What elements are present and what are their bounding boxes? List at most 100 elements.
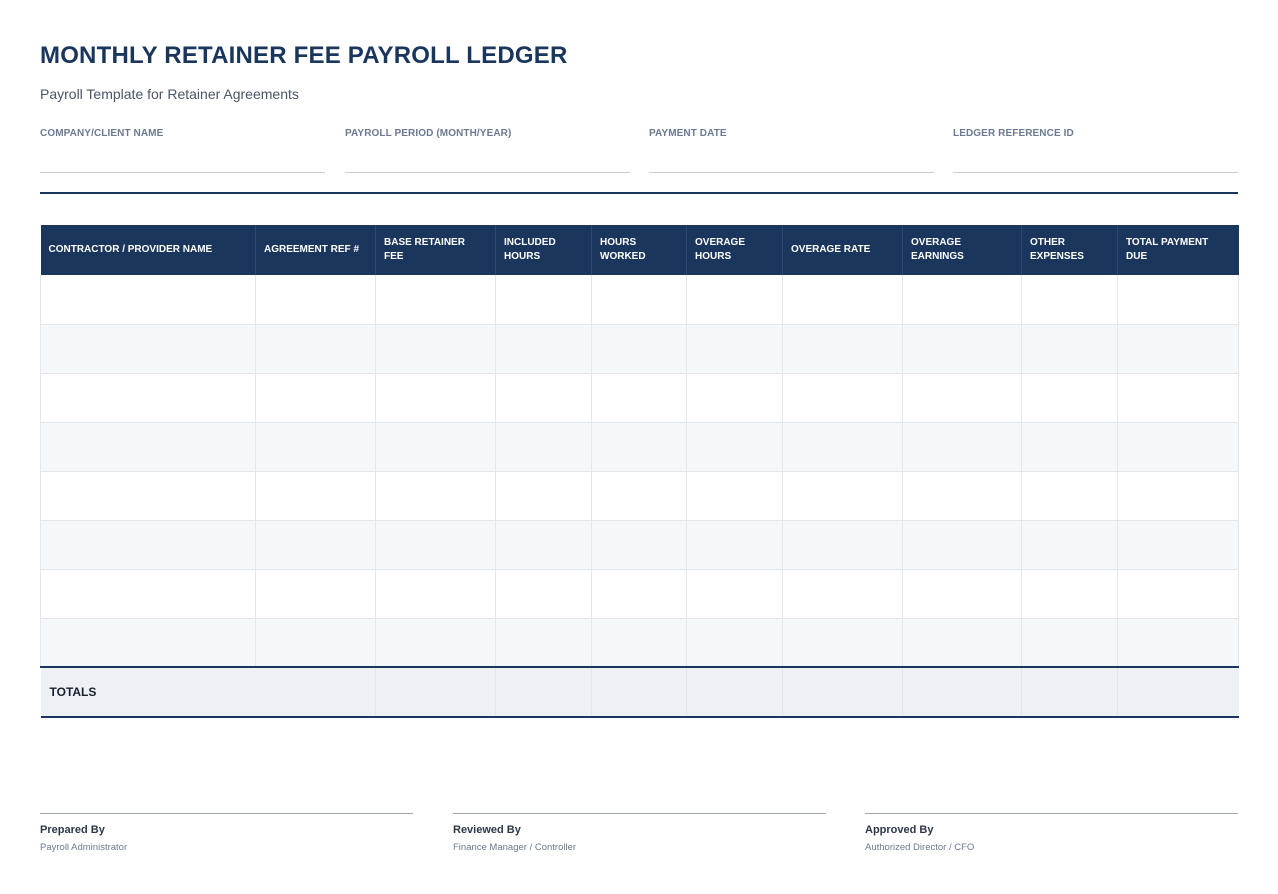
table-cell[interactable] bbox=[1021, 373, 1118, 423]
table-cell[interactable] bbox=[1117, 520, 1239, 570]
payment-date-field[interactable]: PAYMENT DATE bbox=[649, 128, 934, 173]
table-cell[interactable] bbox=[686, 471, 783, 521]
table-cell[interactable] bbox=[1117, 373, 1239, 423]
table-cell[interactable] bbox=[1117, 471, 1239, 521]
table-cell[interactable] bbox=[902, 520, 1022, 570]
total-cell[interactable] bbox=[1117, 666, 1239, 718]
table-cell[interactable] bbox=[1117, 275, 1239, 325]
total-cell[interactable] bbox=[591, 666, 687, 718]
table-cell[interactable] bbox=[40, 520, 256, 570]
table-cell[interactable] bbox=[686, 275, 783, 325]
table-cell[interactable] bbox=[255, 422, 376, 472]
table-cell[interactable] bbox=[1117, 422, 1239, 472]
table-cell[interactable] bbox=[1021, 275, 1118, 325]
table-cell[interactable] bbox=[495, 324, 592, 374]
table-cell[interactable] bbox=[255, 324, 376, 374]
table-cell[interactable] bbox=[40, 422, 256, 472]
table-cell[interactable] bbox=[495, 471, 592, 521]
table-cell[interactable] bbox=[591, 275, 687, 325]
table-cell[interactable] bbox=[686, 618, 783, 668]
signature-role: Approved By bbox=[865, 824, 934, 836]
table-cell[interactable] bbox=[591, 324, 687, 374]
table-cell[interactable] bbox=[495, 569, 592, 619]
column-header-contractor-name: CONTRACTOR / PROVIDER NAME bbox=[40, 225, 256, 275]
table-cell[interactable] bbox=[686, 422, 783, 472]
table-cell[interactable] bbox=[1021, 324, 1118, 374]
table-cell[interactable] bbox=[782, 520, 903, 570]
column-header-overage-rate: OVERAGE RATE bbox=[782, 225, 903, 275]
table-cell[interactable] bbox=[255, 373, 376, 423]
total-cell[interactable] bbox=[1021, 666, 1118, 718]
ledger-reference-id-field[interactable]: LEDGER REFERENCE ID bbox=[953, 128, 1238, 173]
table-cell[interactable] bbox=[495, 520, 592, 570]
table-cell[interactable] bbox=[40, 569, 256, 619]
table-cell[interactable] bbox=[782, 275, 903, 325]
table-cell[interactable] bbox=[591, 422, 687, 472]
total-cell[interactable] bbox=[782, 666, 903, 718]
table-cell[interactable] bbox=[1021, 569, 1118, 619]
table-cell[interactable] bbox=[375, 618, 496, 668]
table-cell[interactable] bbox=[40, 275, 256, 325]
table-cell[interactable] bbox=[591, 618, 687, 668]
total-cell[interactable] bbox=[902, 666, 1022, 718]
table-cell[interactable] bbox=[1021, 471, 1118, 521]
table-cell[interactable] bbox=[686, 569, 783, 619]
signature-prepared-by[interactable]: Prepared By Payroll Administrator bbox=[40, 813, 413, 853]
table-cell[interactable] bbox=[1021, 422, 1118, 472]
table-cell[interactable] bbox=[40, 471, 256, 521]
signature-approved-by[interactable]: Approved By Authorized Director / CFO bbox=[865, 813, 1238, 853]
table-cell[interactable] bbox=[591, 373, 687, 423]
table-cell[interactable] bbox=[782, 373, 903, 423]
table-cell[interactable] bbox=[902, 618, 1022, 668]
table-cell[interactable] bbox=[902, 324, 1022, 374]
table-cell[interactable] bbox=[902, 373, 1022, 423]
company-client-name-field[interactable]: COMPANY/CLIENT NAME bbox=[40, 128, 325, 173]
table-cell[interactable] bbox=[1021, 618, 1118, 668]
table-cell[interactable] bbox=[495, 422, 592, 472]
table-cell[interactable] bbox=[255, 275, 376, 325]
table-cell[interactable] bbox=[782, 422, 903, 472]
table-cell[interactable] bbox=[902, 569, 1022, 619]
table-cell[interactable] bbox=[686, 373, 783, 423]
table-cell[interactable] bbox=[591, 471, 687, 521]
table-cell[interactable] bbox=[375, 422, 496, 472]
table-cell[interactable] bbox=[375, 471, 496, 521]
table-cell[interactable] bbox=[782, 471, 903, 521]
table-cell[interactable] bbox=[1117, 618, 1239, 668]
table-cell[interactable] bbox=[40, 373, 256, 423]
table-cell[interactable] bbox=[782, 324, 903, 374]
table-cell[interactable] bbox=[591, 520, 687, 570]
table-cell[interactable] bbox=[782, 569, 903, 619]
signature-title: Authorized Director / CFO bbox=[865, 842, 975, 853]
total-cell[interactable] bbox=[375, 666, 496, 718]
table-cell[interactable] bbox=[902, 422, 1022, 472]
total-cell[interactable] bbox=[495, 666, 592, 718]
table-cell[interactable] bbox=[375, 275, 496, 325]
table-cell[interactable] bbox=[782, 618, 903, 668]
table-cell[interactable] bbox=[255, 618, 376, 668]
table-cell[interactable] bbox=[375, 373, 496, 423]
signature-reviewed-by[interactable]: Reviewed By Finance Manager / Controller bbox=[453, 813, 826, 853]
table-cell[interactable] bbox=[1021, 520, 1118, 570]
table-cell[interactable] bbox=[40, 324, 256, 374]
table-cell[interactable] bbox=[40, 618, 256, 668]
table-cell[interactable] bbox=[686, 520, 783, 570]
table-cell[interactable] bbox=[495, 373, 592, 423]
total-cell[interactable] bbox=[686, 666, 783, 718]
column-header-overage-earnings: OVERAGE EARNINGS bbox=[902, 225, 1022, 275]
table-cell[interactable] bbox=[1117, 324, 1239, 374]
table-cell[interactable] bbox=[902, 275, 1022, 325]
table-cell[interactable] bbox=[375, 569, 496, 619]
table-cell[interactable] bbox=[591, 569, 687, 619]
table-cell[interactable] bbox=[686, 324, 783, 374]
table-cell[interactable] bbox=[375, 520, 496, 570]
table-cell[interactable] bbox=[1117, 569, 1239, 619]
table-cell[interactable] bbox=[375, 324, 496, 374]
table-cell[interactable] bbox=[902, 471, 1022, 521]
table-cell[interactable] bbox=[495, 618, 592, 668]
table-cell[interactable] bbox=[255, 520, 376, 570]
table-cell[interactable] bbox=[255, 569, 376, 619]
table-cell[interactable] bbox=[495, 275, 592, 325]
payroll-period-field[interactable]: PAYROLL PERIOD (MONTH/YEAR) bbox=[345, 128, 630, 173]
table-cell[interactable] bbox=[255, 471, 376, 521]
